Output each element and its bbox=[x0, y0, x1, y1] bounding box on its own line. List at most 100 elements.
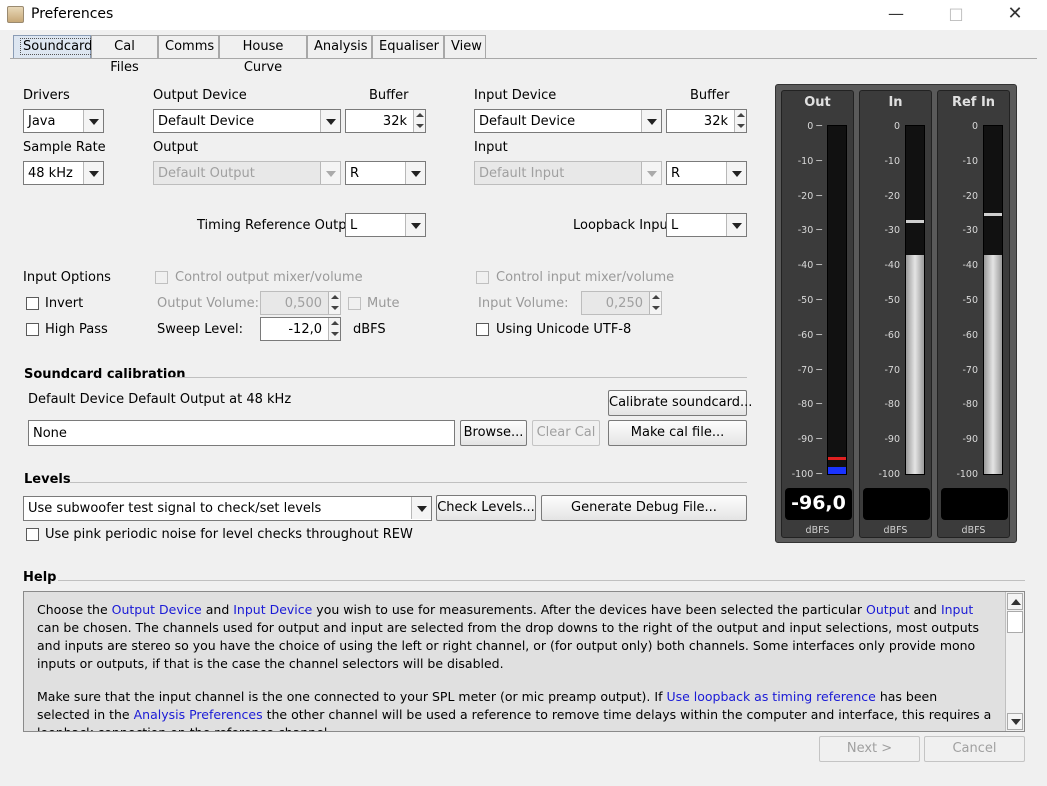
control-output-checkbox bbox=[155, 271, 168, 284]
input-label: Input bbox=[474, 140, 508, 155]
cancel-button[interactable]: Cancel bbox=[924, 736, 1025, 762]
input-channel-value: R bbox=[671, 166, 681, 181]
spinner-arrows-icon[interactable] bbox=[328, 318, 340, 340]
meter-readout: -96,0 bbox=[785, 488, 852, 520]
meter-tick-label: -40 bbox=[962, 260, 978, 272]
help-link[interactable]: Input bbox=[941, 602, 973, 617]
cal-file-value: None bbox=[33, 426, 67, 441]
tab-cal-files[interactable]: Cal Files bbox=[91, 35, 158, 75]
meter-scale: 0 -10 -20 -30 -40 -50 -60 -70 -80 -90 -100 bbox=[860, 121, 900, 480]
browse-button[interactable]: Browse... bbox=[460, 420, 527, 446]
input-device-value: Default Device bbox=[479, 114, 576, 129]
spinner-arrows-icon[interactable] bbox=[413, 110, 425, 132]
sweep-level-unit: dBFS bbox=[353, 322, 386, 337]
help-link[interactable]: Output bbox=[866, 602, 909, 617]
high-pass-label: High Pass bbox=[45, 322, 108, 337]
help-link[interactable]: Input Device bbox=[233, 602, 312, 617]
help-scrollbar[interactable] bbox=[1005, 592, 1024, 731]
input-buffer-label: Buffer bbox=[690, 88, 730, 103]
close-icon[interactable]: ✕ bbox=[992, 0, 1038, 30]
preferences-window: Preferences — □ ✕ Soundcard Cal Files Co… bbox=[0, 0, 1047, 786]
calibrate-soundcard-button[interactable]: Calibrate soundcard... bbox=[608, 390, 752, 416]
meter-tick-label: -80 bbox=[884, 399, 900, 411]
cal-file-field[interactable]: None bbox=[28, 420, 455, 446]
tab-comms[interactable]: Comms bbox=[158, 35, 219, 58]
meter-tick-label: -10 bbox=[962, 155, 978, 167]
scroll-down-icon[interactable] bbox=[1007, 713, 1023, 730]
section-divider bbox=[170, 377, 747, 378]
drivers-value: Java bbox=[28, 114, 56, 129]
meter-unit: dBFS bbox=[883, 525, 908, 536]
output-device-value: Default Device bbox=[158, 114, 255, 129]
maximize-icon[interactable]: □ bbox=[933, 0, 979, 30]
level-meters-panel: Out 0 ─ -10 ─ -20 ─ -30 ─ -40 ─ -50 ─ -60 ─ -70 … bbox=[775, 84, 1017, 543]
spinner-arrows-icon[interactable] bbox=[734, 110, 746, 132]
loopback-input-select[interactable]: L bbox=[666, 213, 747, 237]
output-volume-value: 0,500 bbox=[284, 296, 322, 311]
drivers-select[interactable]: Java bbox=[23, 109, 104, 133]
sample-rate-select[interactable]: 48 kHz bbox=[23, 161, 104, 185]
pink-noise-checkbox[interactable] bbox=[26, 528, 39, 541]
tab-view[interactable]: View bbox=[444, 35, 486, 58]
sample-rate-value: 48 kHz bbox=[28, 166, 73, 181]
scroll-up-icon[interactable] bbox=[1007, 593, 1023, 610]
mute-checkbox bbox=[348, 297, 361, 310]
scroll-thumb[interactable] bbox=[1007, 611, 1023, 633]
tab-house-curve[interactable]: House Curve bbox=[219, 35, 307, 75]
tab-analysis[interactable]: Analysis bbox=[307, 35, 372, 58]
timing-reference-select[interactable]: L bbox=[345, 213, 426, 237]
output-buffer-spinner[interactable]: 32k bbox=[345, 109, 426, 133]
sweep-level-label: Sweep Level: bbox=[157, 322, 243, 337]
meter-tick-label: -70 ─ bbox=[797, 364, 822, 376]
help-link[interactable]: Use loopback as timing reference bbox=[666, 689, 875, 704]
sweep-level-spinner[interactable]: -12,0 bbox=[260, 317, 341, 341]
meter-peak-marker bbox=[828, 457, 846, 461]
output-device-label: Output Device bbox=[153, 88, 247, 103]
meter-tick-label: -100 bbox=[956, 469, 978, 480]
meter-tick-label: -40 ─ bbox=[797, 260, 822, 272]
meter-level-fill bbox=[906, 254, 924, 474]
help-text: and bbox=[909, 602, 941, 617]
make-cal-file-button[interactable]: Make cal file... bbox=[608, 420, 747, 446]
input-volume-label: Input Volume: bbox=[478, 296, 569, 311]
check-levels-button[interactable]: Check Levels... bbox=[436, 495, 536, 521]
high-pass-checkbox[interactable] bbox=[26, 323, 39, 336]
meter-title: Out bbox=[804, 95, 831, 110]
tab-label: Soundcard bbox=[20, 38, 96, 55]
window-title: Preferences bbox=[31, 6, 114, 22]
minimize-icon[interactable]: — bbox=[873, 0, 919, 30]
tab-soundcard[interactable]: Soundcard bbox=[13, 35, 96, 58]
output-buffer-label: Buffer bbox=[369, 88, 409, 103]
control-input-checkbox bbox=[476, 271, 489, 284]
help-text: Make sure that the input channel is the … bbox=[37, 689, 667, 704]
chevron-down-icon bbox=[641, 162, 661, 184]
generate-debug-file-button[interactable]: Generate Debug File... bbox=[541, 495, 747, 521]
sample-rate-label: Sample Rate bbox=[23, 140, 106, 155]
chevron-down-icon bbox=[405, 214, 425, 236]
meter-tick-label: -90 bbox=[962, 434, 978, 446]
drivers-label: Drivers bbox=[23, 88, 70, 103]
meter-scale: 0 -10 -20 -30 -40 -50 -60 -70 -80 -90 -100 bbox=[938, 121, 978, 480]
pink-noise-label: Use pink periodic noise for level checks… bbox=[45, 527, 413, 542]
chevron-down-icon bbox=[641, 110, 661, 132]
output-channel-select[interactable]: R bbox=[345, 161, 426, 185]
output-volume-label: Output Volume: bbox=[157, 296, 260, 311]
chevron-down-icon bbox=[320, 110, 340, 132]
meter-tick-label: -30 bbox=[884, 225, 900, 237]
meter-tick-label: -50 ─ bbox=[797, 295, 822, 306]
meter-scale: 0 ─ -10 ─ -20 ─ -30 ─ -40 ─ -50 ─ -60 ─ -70 ─ -8… bbox=[782, 121, 822, 480]
unicode-label: Using Unicode UTF-8 bbox=[496, 322, 632, 337]
help-link[interactable]: Output Device bbox=[112, 602, 202, 617]
help-link[interactable]: Analysis Preferences bbox=[134, 707, 263, 722]
output-value: Default Output bbox=[158, 166, 255, 181]
meter-tick-label: -90 ─ bbox=[797, 434, 822, 446]
unicode-checkbox[interactable] bbox=[476, 323, 489, 336]
tab-equaliser[interactable]: Equaliser bbox=[372, 35, 444, 58]
input-buffer-spinner[interactable]: 32k bbox=[666, 109, 747, 133]
invert-checkbox[interactable] bbox=[26, 297, 39, 310]
input-channel-select[interactable]: R bbox=[666, 161, 747, 185]
input-device-select[interactable]: Default Device bbox=[474, 109, 662, 133]
help-text-area[interactable]: Choose the Output Device and Input Devic… bbox=[23, 591, 1025, 732]
output-device-select[interactable]: Default Device bbox=[153, 109, 341, 133]
level-signal-select[interactable]: Use subwoofer test signal to check/set l… bbox=[23, 496, 432, 521]
